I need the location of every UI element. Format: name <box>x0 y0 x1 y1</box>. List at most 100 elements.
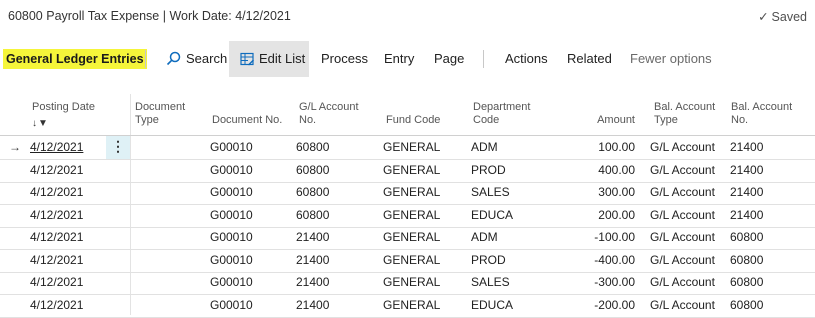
department-cell: EDUCA <box>471 207 514 222</box>
bal-account-type-cell: G/L Account <box>650 275 715 289</box>
department-cell: ADM <box>471 230 498 244</box>
bal-account-no-cell: 60800 <box>730 275 764 289</box>
bal-account-no-cell: 21400 <box>730 185 764 199</box>
search-label: Search <box>186 51 228 66</box>
row-actions-menu-icon[interactable]: ⋮ <box>106 136 130 159</box>
bal-account-type-cell: G/L Account <box>650 207 715 222</box>
posting-date-cell[interactable]: 4/12/2021 <box>30 136 83 159</box>
process-menu[interactable]: Process <box>321 41 368 77</box>
amount-cell: 100.00 <box>598 140 635 154</box>
gl-account-cell: 60800 <box>296 162 330 177</box>
amount-cell: -300.00 <box>594 275 635 289</box>
table-row[interactable]: 4/12/2021 G00010 60800 GENERAL SALES 300.00 G/… <box>0 181 815 205</box>
gl-account-cell: 60800 <box>296 185 330 199</box>
department-cell: PROD <box>471 162 506 177</box>
bal-account-no-cell: 60800 <box>730 230 764 244</box>
document-no-cell: G00010 <box>210 185 253 199</box>
document-no-cell: G00010 <box>210 140 253 154</box>
department-cell: PROD <box>471 252 506 267</box>
bal-account-type-cell: G/L Account <box>650 252 715 267</box>
document-no-cell: G00010 <box>210 230 253 244</box>
fund-code-cell: GENERAL <box>383 207 441 222</box>
gl-account-header-line1: G/L Account <box>299 101 359 113</box>
action-bar: General Ledger Entries Search Edit List … <box>0 41 815 77</box>
edit-list-label: Edit List <box>259 51 306 66</box>
amount-cell: 200.00 <box>598 207 635 222</box>
divider <box>145 50 146 68</box>
entry-menu[interactable]: Entry <box>384 41 414 77</box>
actions-menu[interactable]: Actions <box>505 41 548 77</box>
document-no-cell: G00010 <box>210 275 253 289</box>
document-no-cell: G00010 <box>210 207 253 222</box>
posting-date-cell: 4/12/2021 <box>30 252 84 267</box>
posting-date-cell: 4/12/2021 <box>30 162 84 177</box>
amount-cell: -100.00 <box>594 230 635 244</box>
fund-code-cell: GENERAL <box>383 297 441 312</box>
fund-code-cell: GENERAL <box>383 230 441 244</box>
bal-account-no-cell: 21400 <box>730 162 764 177</box>
document-no-cell: G00010 <box>210 252 253 267</box>
gl-account-cell: 60800 <box>296 140 330 154</box>
bal-account-no-cell: 21400 <box>730 140 764 154</box>
gl-account-header-line2: No. <box>299 114 317 126</box>
table-row[interactable]: 4/12/2021 G00010 60800 GENERAL PROD 400.00 G/L… <box>0 159 815 183</box>
fund-code-cell: GENERAL <box>383 140 441 154</box>
search-icon <box>166 51 181 66</box>
edit-list-button[interactable]: Edit List <box>229 41 309 77</box>
saved-status: ✓ Saved <box>758 9 807 24</box>
gl-account-cell: 21400 <box>296 252 330 267</box>
sort-filter-icon[interactable]: ↓▼ <box>32 117 95 130</box>
amount-cell: -200.00 <box>594 297 635 312</box>
bal-account-type-cell: G/L Account <box>650 230 715 244</box>
document-type-header-line1: Document <box>135 101 186 113</box>
fund-code-cell: GENERAL <box>383 162 441 177</box>
posting-date-header-label: Posting Date <box>32 101 95 113</box>
amount-cell: 300.00 <box>598 185 635 199</box>
bal-account-type-cell: G/L Account <box>650 140 715 154</box>
selected-row-arrow-icon: → <box>9 140 21 154</box>
gl-account-cell: 21400 <box>296 230 330 244</box>
checkmark-icon: ✓ <box>758 10 769 24</box>
bal-account-type-header-line2: Type <box>654 114 678 126</box>
table-row[interactable]: 4/12/2021 G00010 21400 GENERAL ADM -100.00 G/L… <box>0 226 815 250</box>
department-header-line2: Code <box>473 114 500 126</box>
amount-cell: 400.00 <box>598 162 635 177</box>
posting-date-cell: 4/12/2021 <box>30 297 84 312</box>
gl-account-cell: 60800 <box>296 207 330 222</box>
bal-account-no-cell: 21400 <box>730 207 764 222</box>
posting-date-cell: 4/12/2021 <box>30 185 84 199</box>
gl-account-cell: 21400 <box>296 297 330 312</box>
department-cell: SALES <box>471 275 510 289</box>
table-row[interactable]: 4/12/2021 G00010 21400 GENERAL SALES -300.00 G… <box>0 271 815 295</box>
posting-date-cell: 4/12/2021 <box>30 275 84 289</box>
bal-account-no-header-line2: No. <box>731 114 749 126</box>
department-cell: ADM <box>471 140 498 154</box>
fund-code-cell: GENERAL <box>383 275 441 289</box>
table-row[interactable]: 4/12/2021 G00010 21400 GENERAL EDUCA -200.00 G… <box>0 294 815 318</box>
related-menu[interactable]: Related <box>567 41 612 77</box>
posting-date-cell: 4/12/2021 <box>30 230 84 244</box>
bal-account-type-cell: G/L Account <box>650 297 715 312</box>
page-name-caption[interactable]: General Ledger Entries <box>3 49 147 69</box>
gl-account-cell: 21400 <box>296 275 330 289</box>
bal-account-no-cell: 60800 <box>730 297 764 312</box>
edit-list-icon <box>240 52 254 66</box>
table-row[interactable]: → ⋮ 4/12/2021 G00010 60800 GENERAL ADM 100.00 G/… <box>0 136 815 160</box>
bal-account-no-cell: 60800 <box>730 252 764 267</box>
document-type-header-line2: Type <box>135 114 159 126</box>
table-row[interactable]: 4/12/2021 G00010 60800 GENERAL EDUCA 200.00 G/… <box>0 204 815 228</box>
fund-code-cell: GENERAL <box>383 185 441 199</box>
table-row[interactable]: 4/12/2021 G00010 21400 GENERAL PROD -400.00 G/… <box>0 249 815 273</box>
posting-date-cell: 4/12/2021 <box>30 207 84 222</box>
document-no-cell: G00010 <box>210 297 253 312</box>
document-no-cell: G00010 <box>210 162 253 177</box>
amount-cell: -400.00 <box>594 252 635 267</box>
fewer-options-button[interactable]: Fewer options <box>630 41 712 77</box>
fund-code-cell: GENERAL <box>383 252 441 267</box>
bal-account-no-header-line1: Bal. Account <box>731 101 793 113</box>
search-button[interactable]: Search <box>160 41 233 77</box>
bal-account-type-header-line1: Bal. Account <box>654 101 716 113</box>
bal-account-type-cell: G/L Account <box>650 185 715 199</box>
department-cell: SALES <box>471 185 510 199</box>
page-menu[interactable]: Page <box>434 41 464 77</box>
